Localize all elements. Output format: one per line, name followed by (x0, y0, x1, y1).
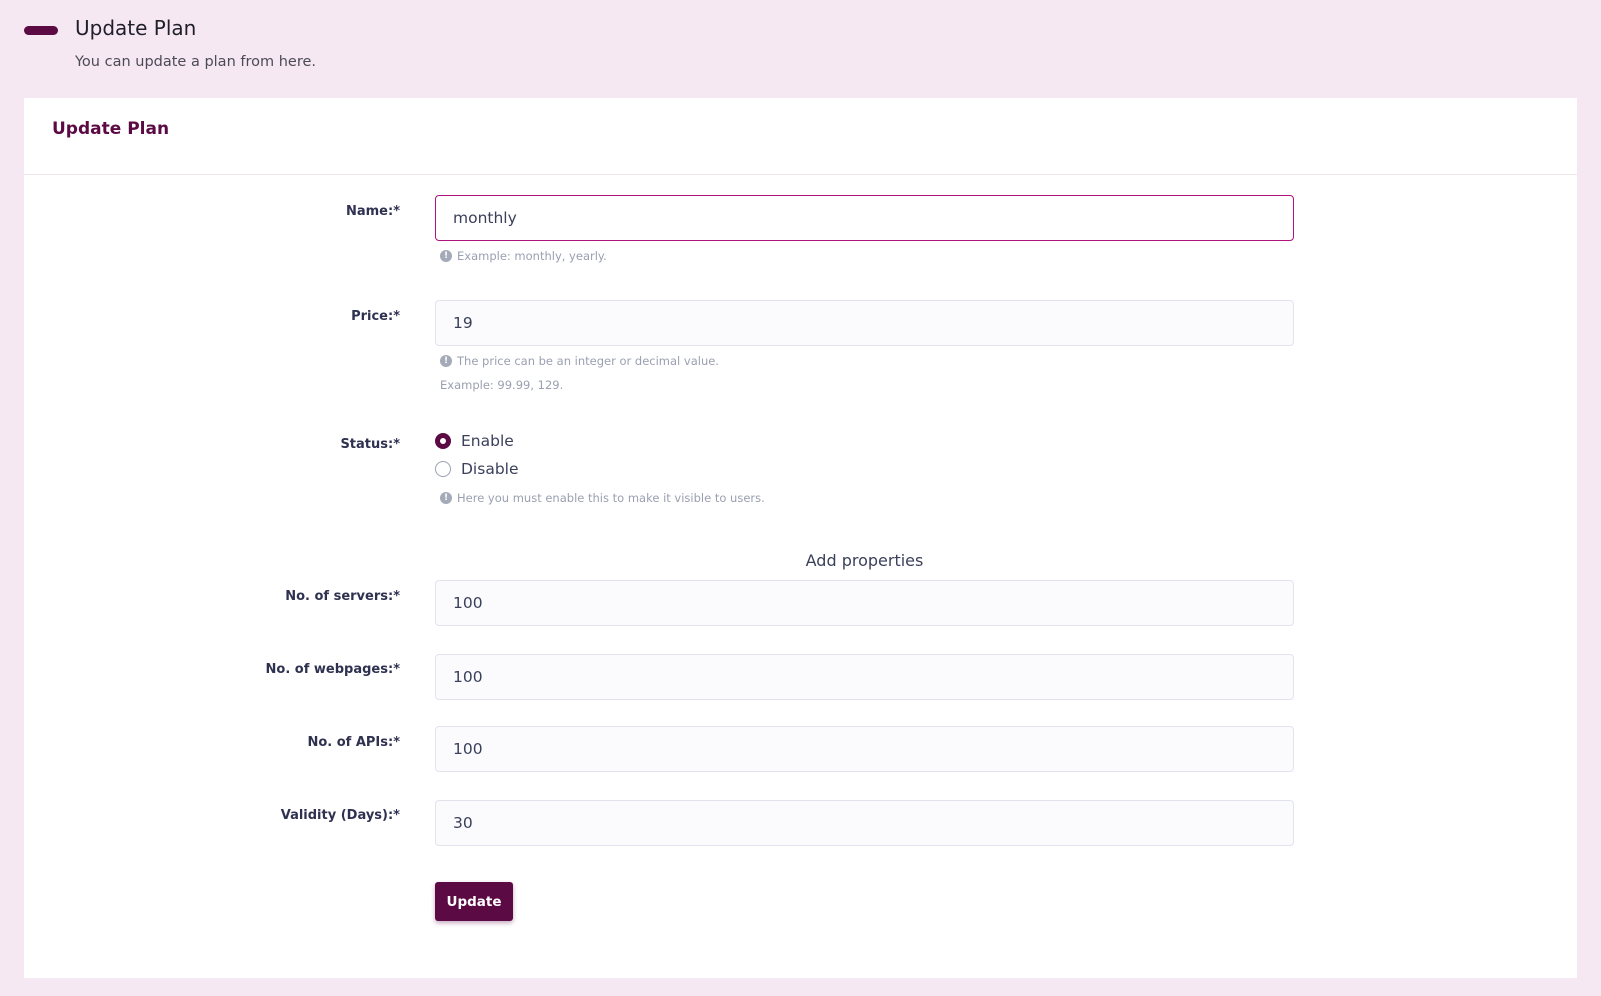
price-input[interactable] (435, 300, 1294, 346)
price-hint: ! The price can be an integer or decimal… (440, 354, 719, 368)
validity-input[interactable] (435, 800, 1294, 846)
servers-input[interactable] (435, 580, 1294, 626)
pill-icon (24, 26, 58, 35)
properties-section-title: Add properties (805, 551, 924, 570)
apis-label: No. of APIs:* (307, 735, 400, 750)
price-hint-text: The price can be an integer or decimal v… (457, 354, 719, 368)
status-disable-radio[interactable] (435, 461, 451, 477)
page-subtitle: You can update a plan from here. (75, 54, 317, 70)
card-header: Update Plan (24, 98, 1577, 175)
info-circle-icon: ! (440, 250, 452, 262)
name-hint: ! Example: monthly, yearly. (440, 249, 607, 263)
status-disable-label: Disable (461, 460, 519, 478)
status-enable-radio[interactable] (435, 433, 451, 449)
update-button[interactable]: Update (435, 882, 513, 921)
webpages-input[interactable] (435, 654, 1294, 700)
status-label: Status:* (340, 437, 400, 452)
status-hint: ! Here you must enable this to make it v… (440, 491, 765, 505)
status-disable-option[interactable]: Disable (435, 460, 519, 478)
price-hint-example: Example: 99.99, 129. (440, 378, 564, 392)
card-title: Update Plan (52, 119, 170, 139)
servers-label: No. of servers:* (285, 589, 400, 604)
info-circle-icon: ! (440, 355, 452, 367)
page-title: Update Plan (75, 16, 197, 40)
status-enable-label: Enable (461, 432, 514, 450)
info-circle-icon: ! (440, 492, 452, 504)
page-header: Update Plan You can update a plan from h… (0, 0, 1601, 98)
validity-label: Validity (Days):* (280, 808, 400, 823)
name-hint-text: Example: monthly, yearly. (457, 249, 607, 263)
status-hint-text: Here you must enable this to make it vis… (457, 491, 765, 505)
apis-input[interactable] (435, 726, 1294, 772)
webpages-label: No. of webpages:* (265, 662, 400, 677)
status-enable-option[interactable]: Enable (435, 432, 514, 450)
price-label: Price:* (351, 309, 400, 324)
update-plan-card: Update Plan Name:* ! Example: monthly, y… (24, 98, 1577, 978)
name-input[interactable] (435, 195, 1294, 241)
name-label: Name:* (345, 204, 400, 219)
